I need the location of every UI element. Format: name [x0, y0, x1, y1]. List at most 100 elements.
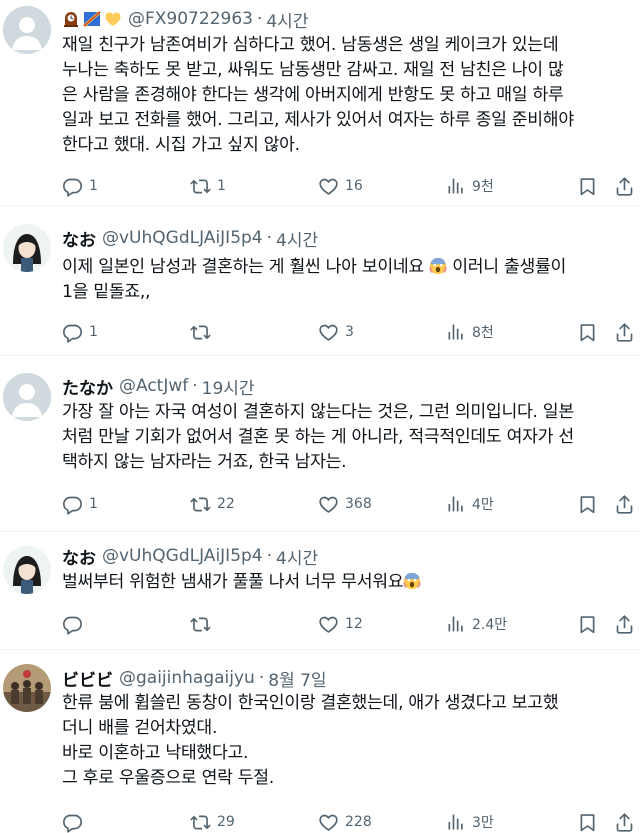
separator-dot: ·: [192, 376, 198, 396]
timestamp[interactable]: 8월 7일: [268, 666, 326, 691]
heart-icon: [318, 494, 339, 515]
display-name[interactable]: なお: [62, 544, 96, 569]
bookmark-button[interactable]: [577, 321, 598, 343]
share-button[interactable]: [614, 493, 635, 515]
timestamp[interactable]: 4시간: [276, 544, 318, 569]
tweet-header: なお @vUhQGdLJAiJI5p4 · 4시간: [62, 544, 630, 569]
tweet-4[interactable]: なお @vUhQGdLJAiJI5p4 · 4시간 벌써부터 위험한 냄새가 풀…: [0, 532, 640, 650]
retweet-icon: [190, 176, 211, 197]
bookmark-button[interactable]: [577, 613, 598, 635]
tweet-actions: 29 228 3만: [62, 811, 640, 833]
display-name-emojis: [62, 10, 122, 28]
yellow-heart-icon: [105, 12, 121, 26]
like-button[interactable]: 16: [318, 175, 363, 197]
tweet-text: 한류 붐에 휩쓸린 동창이 한국인이랑 결혼했는데, 애가 생겼다고 보고했 더…: [62, 691, 634, 791]
text-segment: 벌써부터 위험한 냄새가 풀풀 나서 너무 무서워요: [62, 572, 404, 592]
like-button[interactable]: 228: [318, 811, 372, 833]
mantel-clock-icon: [64, 12, 78, 27]
reply-icon: [62, 176, 83, 197]
text-line: 은 사람을 존경해야 한다는 생각에 아버지에게 반항도 못 하고 매일 하루: [62, 85, 564, 105]
tweet-5[interactable]: ビビビ @gaijinhagaijyu · 8월 7일 한류 붐에 휩쓸린 동창…: [0, 650, 640, 833]
like-button[interactable]: 3: [318, 321, 354, 343]
heart-icon: [318, 614, 339, 635]
retweet-count: 29: [217, 814, 235, 830]
tweet-actions: 1 1 16 9천: [62, 175, 640, 197]
text-line: 누나는 축하도 못 받고, 싸워도 남동생만 감싸고. 재일 전 남친은 나이 …: [62, 60, 564, 80]
share-button[interactable]: [614, 175, 635, 197]
screaming-face-icon: [429, 257, 447, 275]
avatar[interactable]: [3, 224, 51, 272]
tweet-3[interactable]: たなか @ActJwf · 19시간 가장 잘 아는 자국 여성이 결혼하지 않…: [0, 356, 640, 532]
flag-icon: [83, 10, 101, 28]
like-button[interactable]: 12: [318, 613, 363, 635]
text-segment: 이제 일본인 남성과 결혼하는 게 훨씬 나아 보이네요: [62, 257, 424, 277]
reply-icon: [62, 322, 83, 343]
tweet-2[interactable]: なお @vUhQGdLJAiJI5p4 · 4시간 이제 일본인 남성과 결혼하…: [0, 206, 640, 356]
views-button[interactable]: 9천: [446, 175, 494, 197]
avatar[interactable]: [3, 6, 51, 54]
reply-button[interactable]: 1: [62, 175, 98, 197]
retweet-count: 22: [217, 496, 235, 512]
share-button[interactable]: [614, 613, 635, 635]
bookmark-icon: [577, 614, 598, 635]
text-line: 더니 배를 걷어차였대.: [62, 718, 218, 738]
text-line: 1을 밑돌죠,,: [62, 282, 151, 302]
tweet-header: なお @vUhQGdLJAiJI5p4 · 4시간: [62, 226, 630, 251]
user-handle[interactable]: @gaijinhagaijyu: [119, 668, 255, 688]
user-handle[interactable]: @FX90722963: [128, 9, 253, 29]
reply-button[interactable]: [62, 811, 89, 833]
views-button[interactable]: 4만: [446, 493, 494, 515]
separator-dot: ·: [258, 668, 265, 688]
retweet-button[interactable]: 1: [190, 175, 226, 197]
share-icon: [614, 322, 635, 343]
reply-button[interactable]: [62, 613, 89, 635]
view-count: 2.4만: [472, 617, 508, 633]
views-button[interactable]: 3만: [446, 811, 494, 833]
like-count: 3: [345, 324, 354, 340]
share-icon: [614, 614, 635, 635]
user-handle[interactable]: @ActJwf: [119, 376, 188, 396]
display-name[interactable]: なお: [62, 226, 96, 251]
retweet-count: 1: [217, 178, 226, 194]
share-icon: [614, 494, 635, 515]
timestamp[interactable]: 4시간: [266, 7, 308, 32]
avatar[interactable]: [3, 373, 51, 421]
reply-button[interactable]: 1: [62, 493, 98, 515]
retweet-button[interactable]: [190, 613, 217, 635]
avatar[interactable]: [3, 546, 51, 594]
like-count: 16: [345, 178, 363, 194]
user-handle[interactable]: @vUhQGdLJAiJI5p4: [102, 228, 263, 248]
bookmark-button[interactable]: [577, 175, 598, 197]
reply-button[interactable]: 1: [62, 321, 98, 343]
views-button[interactable]: 2.4만: [446, 613, 507, 635]
retweet-icon: [190, 812, 211, 833]
group-photo-avatar-icon: [3, 664, 51, 712]
retweet-icon: [190, 322, 211, 343]
bookmark-icon: [577, 812, 598, 833]
bookmark-icon: [577, 494, 598, 515]
text-line: 한다고 했대. 시집 가고 싶지 않아.: [62, 135, 300, 155]
retweet-button[interactable]: 29: [190, 811, 235, 833]
views-icon: [446, 176, 466, 196]
tweet-actions: 12 2.4만: [62, 613, 640, 635]
share-button[interactable]: [614, 811, 635, 833]
user-handle[interactable]: @vUhQGdLJAiJI5p4: [102, 546, 263, 566]
heart-icon: [318, 812, 339, 833]
display-name[interactable]: たなか: [62, 374, 113, 399]
retweet-button[interactable]: [190, 321, 217, 343]
timestamp[interactable]: 19시간: [202, 374, 255, 399]
tweet-1[interactable]: @FX90722963 · 4시간 재일 친구가 남존여비가 심하다고 했어. …: [0, 0, 640, 206]
girl-avatar-icon: [3, 546, 51, 594]
avatar[interactable]: [3, 664, 51, 712]
views-button[interactable]: 8천: [446, 321, 494, 343]
bookmark-button[interactable]: [577, 493, 598, 515]
like-count: 368: [345, 496, 372, 512]
timestamp[interactable]: 4시간: [276, 226, 318, 251]
bookmark-button[interactable]: [577, 811, 598, 833]
display-name[interactable]: ビビビ: [62, 666, 113, 691]
like-count: 228: [345, 814, 372, 830]
retweet-button[interactable]: 22: [190, 493, 235, 515]
screaming-face-icon: [403, 572, 421, 590]
like-button[interactable]: 368: [318, 493, 372, 515]
share-button[interactable]: [614, 321, 635, 343]
